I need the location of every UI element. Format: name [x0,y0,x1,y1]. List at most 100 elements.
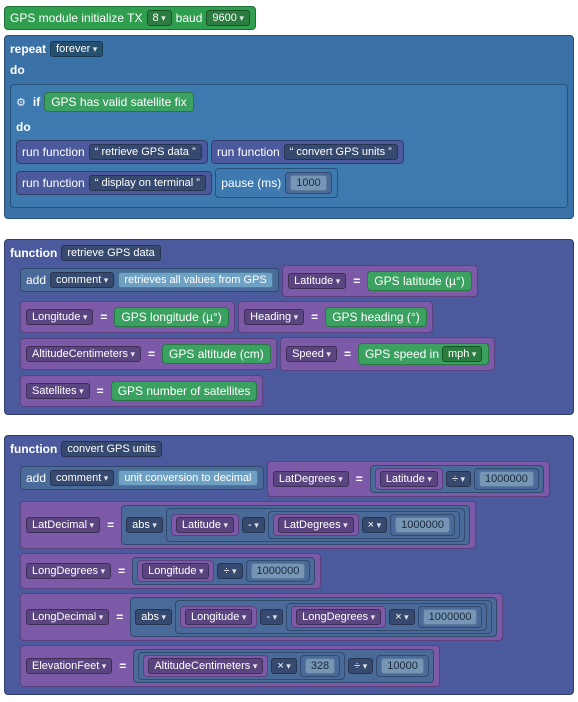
tx-pin-dropdown[interactable]: 8 [147,10,172,26]
run-func-2[interactable]: run function convert GPS units [211,140,404,164]
abs-wrap-1[interactable]: abs Latitude - LatDegrees × 1000000 [121,505,470,545]
function-retrieve-gps-data[interactable]: function retrieve GPS data add comment r… [4,239,574,415]
set-lat-degrees[interactable]: LatDegrees = Latitude ÷ 1000000 [267,461,550,497]
expr-altitude-cm[interactable]: GPS altitude (cm) [162,344,271,364]
speed-unit-dropdown[interactable]: mph [442,346,482,362]
math-sub-2[interactable]: Longitude - LongDegrees × 1000000 [175,600,492,634]
op-mul-3[interactable]: × [271,658,296,674]
ref-latdeg[interactable]: LatDegrees [278,517,354,533]
run-func-label: run function [217,145,280,159]
abs-wrap-2[interactable]: abs Longitude - LongDegrees × 1000000 [130,597,497,637]
run-func-label: run function [22,145,85,159]
add-comment-block-2[interactable]: add comment unit conversion to decimal [20,466,264,490]
function-name-2[interactable]: convert GPS units [61,441,162,457]
var-speed[interactable]: Speed [286,346,337,362]
pause-block[interactable]: pause (ms) 1000 [215,168,338,198]
set-longitude[interactable]: Longitude = GPS longitude (µ°) [20,301,235,333]
expr-longitude[interactable]: GPS longitude (µ°) [114,307,228,327]
comment-text-2[interactable]: unit conversion to decimal [118,470,257,486]
function-name-1[interactable]: retrieve GPS data [61,245,160,261]
set-altitude-cm[interactable]: AltitudeCentimeters = GPS altitude (cm) [20,338,277,370]
ref-latitude-1[interactable]: Latitude [380,471,438,487]
gear-icon[interactable] [16,95,29,109]
var-lat-degrees[interactable]: LatDegrees [273,471,349,487]
set-elevation-feet[interactable]: ElevationFeet = AltitudeCentimeters × 32… [20,645,440,687]
comment-dropdown-2[interactable]: comment [50,470,114,486]
run-func-name-3[interactable]: display on terminal [89,175,206,191]
op-sub-1[interactable]: - [242,517,265,533]
set-speed[interactable]: Speed = GPS speed in mph [280,337,495,371]
var-longitude[interactable]: Longitude [26,309,93,325]
function-keyword: function [10,246,57,260]
var-elevation-feet[interactable]: ElevationFeet [26,658,112,674]
gps-init-block[interactable]: GPS module initialize TX 8 baud 9600 [4,6,256,30]
set-long-degrees[interactable]: LongDegrees = Longitude ÷ 1000000 [20,553,321,589]
var-altitude-cm[interactable]: AltitudeCentimeters [26,346,141,362]
op-mul-2[interactable]: × [389,609,414,625]
expr-heading[interactable]: GPS heading (°) [325,307,427,327]
math-div-1[interactable]: Latitude ÷ 1000000 [370,465,544,493]
math-mul-2[interactable]: LongDegrees × 1000000 [286,603,487,631]
pause-label: pause (ms) [221,176,281,190]
op-sub-2[interactable]: - [260,609,283,625]
expr-latitude[interactable]: GPS latitude (µ°) [367,271,471,291]
comment-dropdown-1[interactable]: comment [50,272,114,288]
ref-latitude-2[interactable]: Latitude [176,517,234,533]
speed-prefix: GPS speed in [365,347,439,361]
var-long-decimal[interactable]: LongDecimal [26,609,109,625]
repeat-do-label: do [10,63,25,77]
var-satellites[interactable]: Satellites [26,383,90,399]
math-div-3[interactable]: AltitudeCentimeters × 328 ÷ 10000 [133,649,434,683]
var-latitude[interactable]: Latitude [288,273,346,289]
ref-altitude-cm[interactable]: AltitudeCentimeters [148,658,263,674]
op-div-1[interactable]: ÷ [446,471,471,487]
equals: = [350,274,363,288]
function-keyword: function [10,442,57,456]
baud-dropdown[interactable]: 9600 [206,10,250,26]
num-million-1[interactable]: 1000000 [479,471,534,487]
ref-longitude-2[interactable]: Longitude [185,609,252,625]
num-million-4[interactable]: 1000000 [423,609,478,625]
num-million-3[interactable]: 1000000 [251,563,306,579]
op-div-2[interactable]: ÷ [217,563,242,579]
set-long-decimal[interactable]: LongDecimal = abs Longitude - LongDegree… [20,593,503,641]
baud-label: baud [176,11,203,25]
run-func-name-1[interactable]: retrieve GPS data [89,144,202,160]
repeat-mode-dropdown[interactable]: forever [50,41,103,57]
pause-value-wrapper: 1000 [285,172,331,194]
abs-dropdown-1[interactable]: abs [126,517,163,533]
op-mul-1[interactable]: × [362,517,387,533]
if-keyword: if [33,95,40,109]
run-func-name-2[interactable]: convert GPS units [284,144,398,160]
num-million-2[interactable]: 1000000 [395,517,450,533]
math-sub-1[interactable]: Latitude - LatDegrees × 1000000 [166,508,465,542]
run-func-3[interactable]: run function display on terminal [16,171,212,195]
set-satellites[interactable]: Satellites = GPS number of satellites [20,375,263,407]
repeat-block[interactable]: repeat forever do if GPS has valid satel… [4,35,574,219]
ref-longdeg[interactable]: LongDegrees [296,609,381,625]
if-condition[interactable]: GPS has valid satellite fix [44,92,193,112]
num-328[interactable]: 328 [305,658,335,674]
var-lat-decimal[interactable]: LatDecimal [26,517,100,533]
op-div-3[interactable]: ÷ [348,658,373,674]
comment-text-1[interactable]: retrieves all values from GPS [118,272,272,288]
num-10000[interactable]: 10000 [381,658,424,674]
gps-init-label: GPS module initialize TX [10,11,143,25]
set-latitude[interactable]: Latitude = GPS latitude (µ°) [282,265,478,297]
pause-ms-input[interactable]: 1000 [290,175,326,191]
set-lat-decimal[interactable]: LatDecimal = abs Latitude - LatDegrees ×… [20,501,476,549]
if-block[interactable]: if GPS has valid satellite fix do run fu… [10,84,568,208]
run-func-1[interactable]: run function retrieve GPS data [16,140,208,164]
math-div-2[interactable]: Longitude ÷ 1000000 [132,557,315,585]
math-mul-3[interactable]: AltitudeCentimeters × 328 [138,652,345,680]
add-comment-block-1[interactable]: add comment retrieves all values from GP… [20,268,279,292]
expr-satellites[interactable]: GPS number of satellites [111,381,258,401]
set-heading[interactable]: Heading = GPS heading (°) [238,301,433,333]
ref-longitude-1[interactable]: Longitude [142,563,209,579]
expr-speed[interactable]: GPS speed in mph [358,343,489,365]
math-mul-1[interactable]: LatDegrees × 1000000 [268,511,460,539]
function-convert-gps-units[interactable]: function convert GPS units add comment u… [4,435,574,695]
abs-dropdown-2[interactable]: abs [135,609,172,625]
var-heading[interactable]: Heading [244,309,304,325]
var-long-degrees[interactable]: LongDegrees [26,563,111,579]
